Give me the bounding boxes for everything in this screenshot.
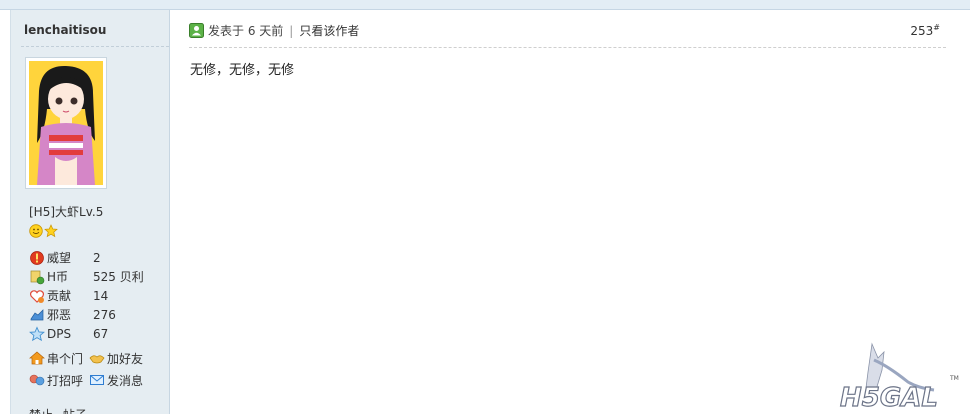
user-actions: 串个门 加好友 打招呼 发消息: [29, 347, 149, 391]
avatar[interactable]: [25, 57, 107, 189]
svg-text:TM: TM: [949, 375, 959, 382]
avatar-image: [29, 61, 103, 185]
post-content: 无修，无修，无修: [190, 63, 295, 78]
svg-text:H5GAL: H5GAL: [840, 383, 938, 410]
stat-evil: 邪恶 276: [29, 305, 144, 324]
home-icon: [29, 351, 45, 365]
evil-icon: [30, 308, 44, 320]
heart-icon: [29, 289, 45, 303]
prestige-icon: [30, 250, 44, 265]
visit-home-button[interactable]: 串个门: [29, 350, 83, 367]
floor-number[interactable]: 253#: [910, 23, 940, 38]
greet-button[interactable]: 打招呼: [29, 372, 83, 389]
post-meta: 发表于 6 天前 | 只看该作者: [189, 22, 359, 39]
user-online-icon: [189, 23, 204, 38]
coin-icon: [30, 270, 45, 284]
meta-separator: |: [289, 23, 294, 38]
greet-icon: [29, 374, 45, 386]
stat-contribution: 贡献 14: [29, 286, 144, 305]
add-friend-button[interactable]: 加好友: [89, 350, 143, 367]
divider: [21, 46, 169, 47]
rank-icons: [29, 224, 58, 238]
moderation-links: 禁止 帖子: [29, 406, 87, 414]
user-stats: 威望 2 H币 525 贝利 贡献 14 邪恶 276 DPS 67: [29, 248, 144, 343]
stat-prestige: 威望 2: [29, 248, 144, 267]
handshake-icon: [89, 355, 105, 364]
author-sidebar: lenchaitisou [H5]大虾Lv.5 威望 2 H币 525 贝利 贡…: [10, 10, 170, 414]
user-rank: [H5]大虾Lv.5: [29, 205, 104, 219]
posts-link[interactable]: 帖子: [63, 408, 87, 414]
divider: [189, 47, 946, 48]
stat-coins: H币 525 贝利: [29, 267, 144, 286]
send-message-button[interactable]: 发消息: [89, 372, 143, 389]
smiley-icon: [29, 224, 43, 238]
envelope-icon: [90, 375, 105, 385]
star-rank-icon: [44, 224, 58, 238]
author-username[interactable]: lenchaitisou: [24, 23, 106, 37]
site-watermark-logo: H5GAL TM: [839, 342, 959, 410]
only-author-link[interactable]: 只看该作者: [299, 22, 359, 39]
stat-dps: DPS 67: [29, 324, 144, 343]
top-border: [0, 0, 970, 10]
star-icon: [29, 325, 45, 341]
post-time: 发表于 6 天前: [208, 24, 284, 38]
ban-link[interactable]: 禁止: [29, 408, 53, 414]
